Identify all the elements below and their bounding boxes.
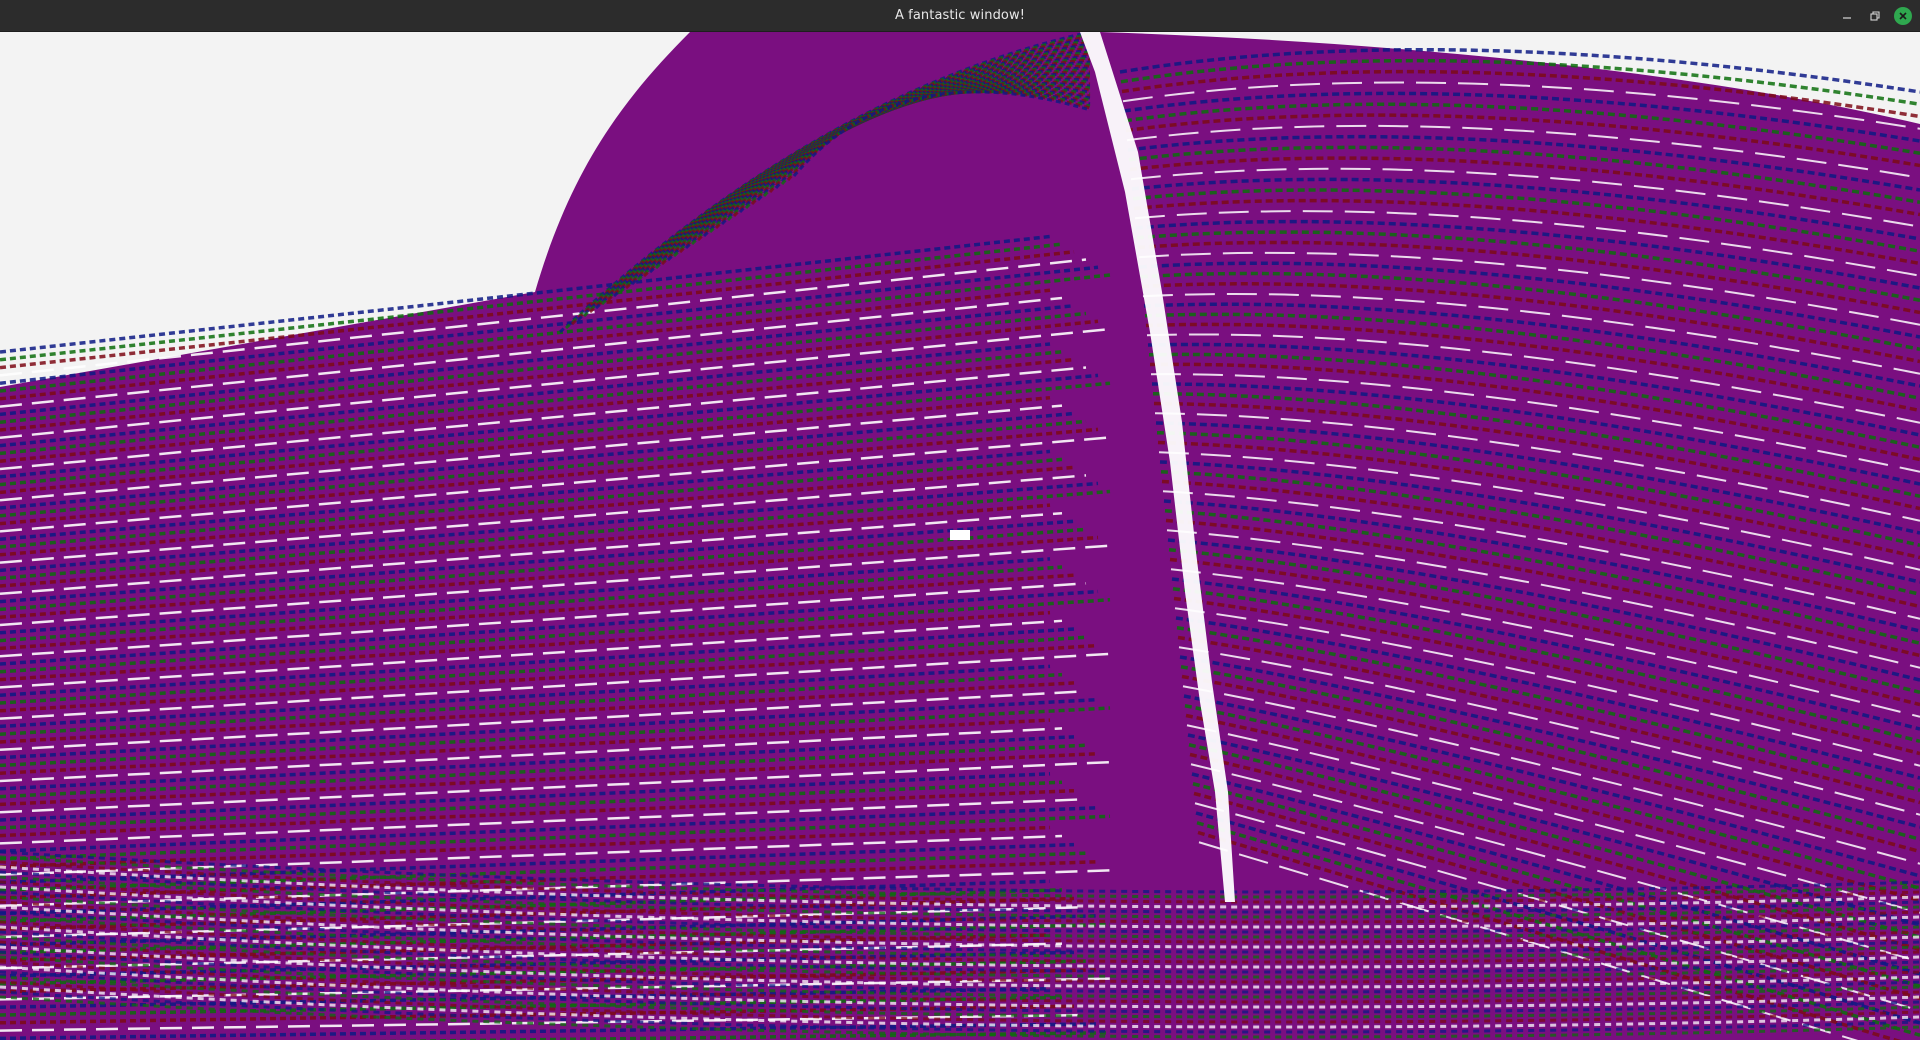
restore-icon xyxy=(1870,11,1880,21)
rendered-scene xyxy=(0,32,1920,1040)
window-title: A fantastic window! xyxy=(894,8,1026,23)
close-button[interactable] xyxy=(1894,7,1912,25)
app-window: A fantastic window! xyxy=(0,0,1920,1040)
maximize-button[interactable] xyxy=(1866,7,1884,25)
minimize-button[interactable] xyxy=(1838,7,1856,25)
close-icon xyxy=(1899,12,1907,20)
window-controls xyxy=(1838,0,1912,32)
title-bar[interactable]: A fantastic window! xyxy=(0,0,1920,32)
render-viewport[interactable] xyxy=(0,32,1920,1040)
white-marker xyxy=(950,530,970,540)
minimize-icon xyxy=(1843,17,1851,19)
